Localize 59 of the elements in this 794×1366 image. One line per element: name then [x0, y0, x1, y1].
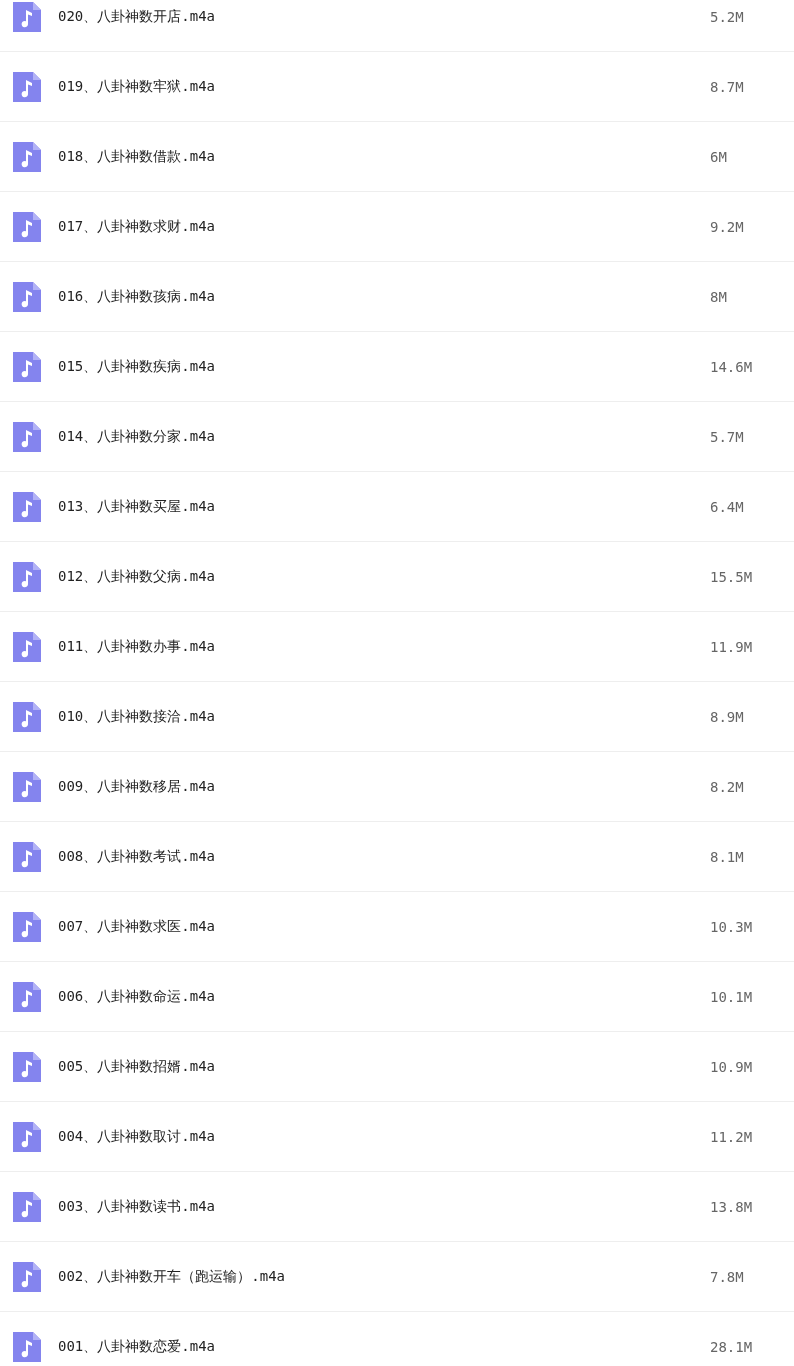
file-name[interactable]: 003、八卦神数读书.m4a: [58, 1197, 710, 1216]
music-file-icon: [11, 210, 43, 243]
file-name[interactable]: 020、八卦神数开店.m4a: [58, 7, 710, 26]
file-size: 28.1M: [710, 1338, 753, 1355]
file-size: 10.1M: [710, 988, 753, 1005]
file-size: 10.9M: [710, 1058, 753, 1075]
file-size: 8.9M: [710, 708, 744, 725]
music-file-icon: [11, 1120, 43, 1153]
file-size: 5.2M: [710, 8, 744, 25]
file-name[interactable]: 015、八卦神数疾病.m4a: [58, 357, 710, 376]
file-name[interactable]: 005、八卦神数招婿.m4a: [58, 1057, 710, 1076]
file-size: 8M: [710, 288, 727, 305]
file-name[interactable]: 010、八卦神数接洽.m4a: [58, 707, 710, 726]
file-name[interactable]: 001、八卦神数恋爱.m4a: [58, 1337, 710, 1356]
music-file-icon: [11, 1190, 43, 1223]
file-size: 15.5M: [710, 568, 753, 585]
music-file-icon: [11, 630, 43, 663]
file-size: 14.6M: [710, 358, 753, 375]
music-file-icon: [11, 1260, 43, 1293]
file-name[interactable]: 016、八卦神数孩病.m4a: [58, 287, 710, 306]
file-size: 11.9M: [710, 638, 753, 655]
file-size: 13.8M: [710, 1198, 753, 1215]
music-file-icon: [11, 280, 43, 313]
music-file-icon: [11, 140, 43, 173]
file-size: 7.8M: [710, 1268, 744, 1285]
music-file-icon: [11, 1330, 43, 1363]
file-name[interactable]: 019、八卦神数牢狱.m4a: [58, 77, 710, 96]
music-file-icon: [11, 490, 43, 523]
music-file-icon: [11, 560, 43, 593]
file-name[interactable]: 002、八卦神数开车（跑运输）.m4a: [58, 1267, 710, 1286]
file-name[interactable]: 012、八卦神数父病.m4a: [58, 567, 710, 586]
file-name[interactable]: 014、八卦神数分家.m4a: [58, 427, 710, 446]
music-file-icon: [11, 840, 43, 873]
music-file-icon: [11, 70, 43, 103]
file-name[interactable]: 004、八卦神数取讨.m4a: [58, 1127, 710, 1146]
file-size: 5.7M: [710, 428, 744, 445]
file-name[interactable]: 008、八卦神数考试.m4a: [58, 847, 710, 866]
file-name[interactable]: 011、八卦神数办事.m4a: [58, 637, 710, 656]
music-file-icon: [11, 420, 43, 453]
file-name[interactable]: 006、八卦神数命运.m4a: [58, 987, 710, 1006]
file-name[interactable]: 007、八卦神数求医.m4a: [58, 917, 710, 936]
music-file-icon: [11, 1050, 43, 1083]
file-size: 8.7M: [710, 78, 744, 95]
file-size: 8.2M: [710, 778, 744, 795]
file-name[interactable]: 009、八卦神数移居.m4a: [58, 777, 710, 796]
music-file-icon: [11, 980, 43, 1013]
file-size: 6.4M: [710, 498, 744, 515]
file-size: 9.2M: [710, 218, 744, 235]
file-size: 10.3M: [710, 918, 753, 935]
music-file-icon: [11, 700, 43, 733]
music-file-icon: [11, 770, 43, 803]
file-name[interactable]: 018、八卦神数借款.m4a: [58, 147, 710, 166]
file-size: 8.1M: [710, 848, 744, 865]
file-size: 11.2M: [710, 1128, 753, 1145]
file-size: 6M: [710, 148, 727, 165]
file-name[interactable]: 013、八卦神数买屋.m4a: [58, 497, 710, 516]
music-file-icon: [11, 350, 43, 383]
music-file-icon: [11, 910, 43, 943]
file-name[interactable]: 017、八卦神数求财.m4a: [58, 217, 710, 236]
